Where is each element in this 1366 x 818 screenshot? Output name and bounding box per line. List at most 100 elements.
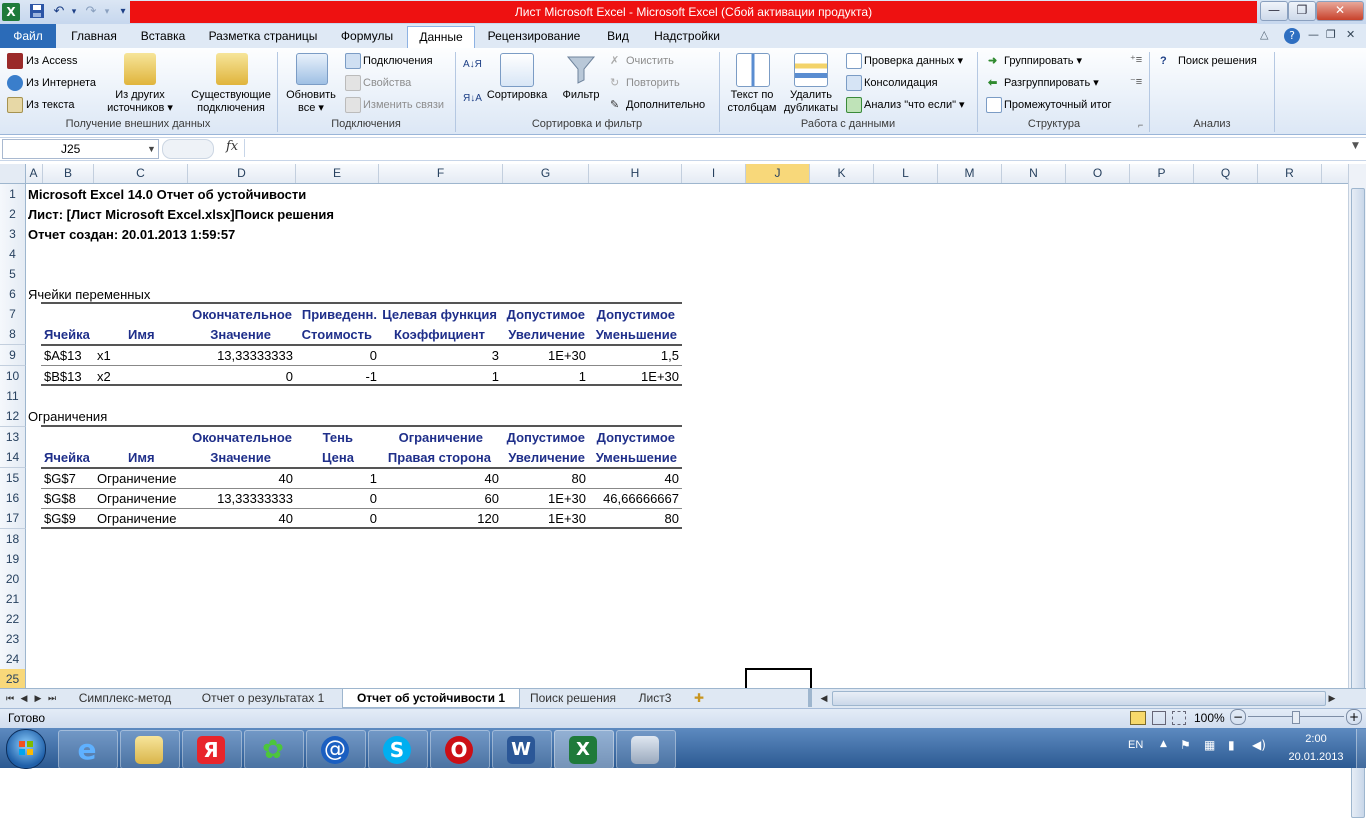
taskbar-ie[interactable]: e [58,730,118,769]
data-validation-button[interactable]: Проверка данных ▾ [864,55,963,68]
start-button[interactable] [6,729,46,769]
from-access-button[interactable]: Из Access [26,55,77,68]
column-header[interactable]: A [25,164,43,183]
column-header[interactable]: G [503,164,589,183]
tab-view[interactable]: Вид [596,26,640,48]
row-header[interactable]: 18 [0,529,26,550]
workbook-restore-icon[interactable]: ❐ [1326,28,1336,41]
table-cell[interactable]: 0 [296,488,377,508]
text-to-columns-label-2[interactable]: столбцам [722,102,782,115]
table-cell[interactable]: $B$13 [44,366,82,386]
select-all-corner[interactable] [0,164,26,183]
properties-button[interactable]: Свойства [363,77,411,90]
network-icon[interactable]: ▦ [1204,738,1215,752]
show-desktop-button[interactable] [1356,729,1366,768]
hide-detail-icon[interactable]: ⁻≡ [1130,76,1142,89]
column-header[interactable]: F [379,164,503,183]
taskbar-word[interactable]: W [492,730,552,769]
tab-formulas[interactable]: Формулы [332,26,402,48]
language-indicator[interactable]: EN [1128,739,1143,751]
sheet-tab-sensitivity-report[interactable]: Отчет об устойчивости 1 [342,689,520,708]
table-cell[interactable]: 40 [589,468,679,488]
refresh-all-label-2[interactable]: все ▾ [280,102,342,115]
table-cell[interactable]: 40 [188,508,293,528]
insert-function-icon[interactable]: fx [226,139,238,154]
table-cell[interactable]: $G$7 [44,468,76,488]
normal-view-icon[interactable] [1130,711,1146,725]
clock-time[interactable]: 2:00 [1296,733,1336,745]
row-header[interactable]: 12 [0,406,26,427]
solver-button[interactable]: Поиск решения [1178,55,1257,68]
table-cell[interactable]: 1E+30 [503,488,586,508]
tab-addins[interactable]: Надстройки [646,26,728,48]
row-header[interactable]: 5 [0,264,26,285]
column-header[interactable]: H [589,164,682,183]
workbook-minimize-icon[interactable]: — [1308,28,1319,41]
table-cell[interactable]: x2 [97,366,111,386]
advanced-filter-button[interactable]: Дополнительно [626,99,705,112]
show-hidden-icons[interactable]: ▲ [1160,739,1167,749]
scroll-left-icon[interactable]: ◀ [818,689,830,707]
column-header[interactable]: B [43,164,94,183]
subtotal-button[interactable]: Промежуточный итог [1004,99,1112,112]
selected-cell-j25[interactable] [745,668,812,690]
row-header[interactable]: 2 [0,204,26,225]
first-sheet-icon[interactable]: ⏮ [4,689,16,707]
next-sheet-icon[interactable]: ▶ [32,689,44,707]
name-box[interactable]: J25 ▼ [2,139,159,159]
column-header[interactable]: R [1258,164,1322,183]
table-cell[interactable]: 1 [296,468,377,488]
row-header[interactable]: 3 [0,224,26,245]
taskbar-skype[interactable]: S [368,730,428,769]
row-header-selected[interactable]: 25 [0,669,26,690]
row-header[interactable]: 10 [0,366,26,387]
volume-icon[interactable]: ◀) [1252,738,1266,752]
sort-az-button[interactable]: А↓Я [463,58,482,71]
what-if-button[interactable]: Анализ "что если" ▾ [864,99,965,112]
taskbar-explorer[interactable] [120,730,180,769]
clock-date[interactable]: 20.01.2013 [1280,751,1352,763]
ribbon-collapse-icon[interactable]: △ [1260,28,1274,44]
undo-dropdown-icon[interactable]: ▾ [65,3,83,21]
sheet-tab-results-report[interactable]: Отчет о результатах 1 [190,689,336,707]
taskbar-icq[interactable]: ✿ [244,730,304,769]
row-header[interactable]: 22 [0,609,26,630]
table-cell[interactable]: 1,5 [589,345,679,365]
table-cell[interactable]: 13,33333333 [188,345,293,365]
sort-za-button[interactable]: Я↓А [463,92,482,105]
table-cell[interactable]: 3 [379,345,499,365]
taskbar-mail[interactable]: @ [306,730,366,769]
column-header[interactable]: O [1066,164,1130,183]
existing-connections-label-1[interactable]: Существующие [188,89,274,102]
table-cell[interactable]: Ограничение [97,468,176,488]
column-header[interactable]: D [188,164,296,183]
row-header[interactable]: 23 [0,629,26,650]
other-sources-label-1[interactable]: Из других [100,89,180,102]
formula-input[interactable] [244,139,1349,157]
table-cell[interactable]: Ограничение [97,508,176,528]
taskbar-opera[interactable]: O [430,730,490,769]
table-cell[interactable]: 0 [296,345,377,365]
tab-data[interactable]: Данные [407,26,475,50]
column-header[interactable]: Q [1194,164,1258,183]
row-header[interactable]: 8 [0,324,26,345]
prev-sheet-icon[interactable]: ◀ [18,689,30,707]
save-icon[interactable] [28,3,46,21]
show-detail-icon[interactable]: ⁺≡ [1130,54,1142,67]
table-cell[interactable]: 60 [379,488,499,508]
zoom-slider-thumb[interactable] [1292,711,1300,724]
row-header[interactable]: 15 [0,468,26,489]
column-header[interactable]: N [1002,164,1066,183]
table-cell[interactable]: Ограничение [97,488,176,508]
column-header[interactable]: C [94,164,188,183]
workbook-close-icon[interactable]: ✕ [1346,28,1355,41]
row-header[interactable]: 24 [0,649,26,670]
row-header[interactable]: 1 [0,184,26,205]
vertical-scrollbar[interactable] [1348,164,1366,818]
taskbar-yandex[interactable]: Я [182,730,242,769]
sort-button[interactable]: Сортировка [482,89,552,102]
table-cell[interactable]: 1 [379,366,499,386]
row-header[interactable]: 11 [0,386,26,407]
table-cell[interactable]: 1 [503,366,586,386]
table-cell[interactable]: 0 [296,508,377,528]
